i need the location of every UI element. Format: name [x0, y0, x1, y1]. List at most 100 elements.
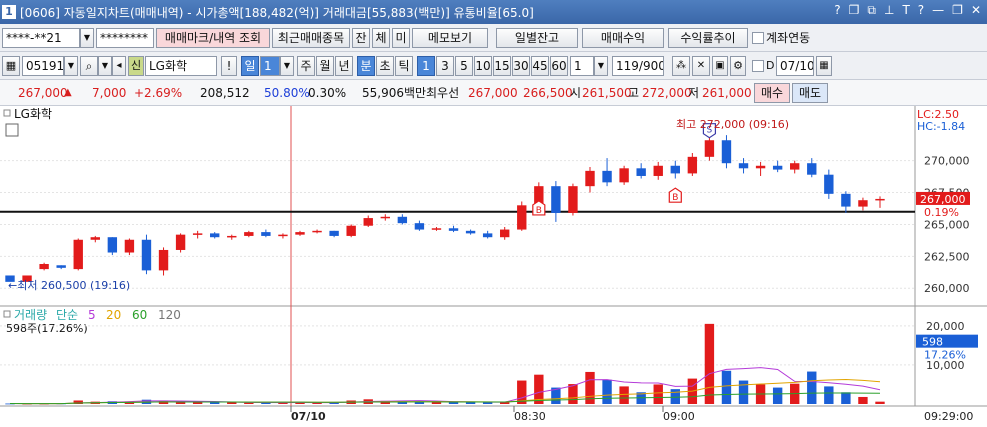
window-title: [0606] 자동일지차트(매매내역) - 시가총액[188,482(억)] 거… — [20, 5, 534, 20]
close-icon[interactable]: ✕ — [971, 3, 981, 18]
period-value[interactable]: 1 — [260, 56, 280, 76]
candle — [73, 238, 83, 271]
candle — [107, 237, 118, 256]
settings-gear-icon[interactable]: ⚙ — [730, 56, 746, 76]
calendar-icon[interactable]: ▦ — [816, 56, 832, 76]
memo-button[interactable]: 메모보기 — [412, 28, 488, 48]
return-trend-button[interactable]: 수익률추이 — [668, 28, 748, 48]
candle-body — [56, 265, 66, 268]
stock-list-icon[interactable]: ▦ — [2, 56, 20, 76]
candle-body — [500, 229, 510, 238]
interval-60-button[interactable]: 60 — [550, 56, 568, 76]
candle-body — [465, 230, 476, 234]
price-tick-label: 262,500 — [924, 250, 970, 263]
candle-body — [602, 170, 612, 183]
volume-ratio: 50.80% — [264, 86, 310, 100]
period-dropdown-icon[interactable]: ▼ — [280, 56, 294, 76]
price-chart[interactable]: LG화학 BBS 최고 272,000 (09:16)←최저 260,500 (… — [0, 106, 987, 427]
interval-3-button[interactable]: 3 — [436, 56, 454, 76]
pin-icon[interactable]: ⊥ — [884, 3, 894, 18]
interval-1-button[interactable]: 1 — [417, 56, 435, 76]
date-checkbox[interactable] — [752, 60, 764, 72]
candle-body — [380, 216, 390, 219]
interval-dropdown-icon[interactable]: ▼ — [594, 56, 608, 76]
search-dropdown-icon[interactable]: ▼ — [98, 56, 112, 76]
code-dropdown-icon[interactable]: ▼ — [64, 56, 78, 76]
period-year-button[interactable]: 년 — [335, 56, 353, 76]
period-week-button[interactable]: 주 — [297, 56, 315, 76]
sell-button[interactable]: 매도 — [792, 83, 828, 103]
recent-trades-button[interactable]: 최근매매종목 — [272, 28, 350, 48]
account-dropdown-icon[interactable]: ▼ — [80, 28, 94, 48]
x-tick-label: 07/10 — [291, 410, 326, 423]
alert-button[interactable]: ! — [221, 56, 237, 76]
period-tick-button[interactable]: 틱 — [395, 56, 413, 76]
restore-icon[interactable]: ❐ — [952, 3, 963, 18]
balance-button[interactable]: 잔 — [352, 28, 370, 48]
candle-body — [278, 234, 288, 237]
unexecuted-button[interactable]: 미 — [392, 28, 410, 48]
volume-bar — [704, 323, 715, 404]
stock-code-input[interactable]: 051910 — [22, 56, 64, 76]
interval-30-button[interactable]: 30 — [512, 56, 530, 76]
ma-legend-label: 5 — [88, 308, 96, 322]
count-field[interactable]: 119/900 — [612, 56, 664, 76]
font-icon[interactable]: T — [902, 3, 909, 18]
title-bar: 1 [0606] 자동일지차트(매매내역) - 시가총액[188,482(억)]… — [0, 0, 987, 24]
candle-body — [312, 230, 322, 233]
candle-body — [551, 186, 561, 213]
interval-10-button[interactable]: 10 — [474, 56, 492, 76]
volume-toggle-icon[interactable] — [3, 310, 11, 318]
date-input[interactable]: 07/10 — [776, 56, 814, 76]
grid-table-icon[interactable] — [5, 123, 19, 137]
question-icon[interactable]: ? — [918, 3, 924, 18]
candle-body — [858, 200, 868, 207]
link-icon[interactable]: ⧉ — [867, 3, 876, 18]
candle — [346, 224, 356, 238]
save-icon[interactable]: ▣ — [712, 56, 728, 76]
trade-profit-button[interactable]: 매매수익 — [582, 28, 664, 48]
candle-body — [636, 168, 646, 176]
price-tick-label: 270,000 — [924, 155, 970, 168]
panel-toggle-icon[interactable] — [3, 109, 11, 117]
volume-bar — [192, 402, 203, 404]
copy-window-icon[interactable]: ❐ — [849, 3, 860, 18]
candle-body — [90, 237, 100, 240]
crosshair-icon[interactable]: ✕ — [692, 56, 710, 76]
interval-5-button[interactable]: 5 — [455, 56, 473, 76]
candle-body — [363, 218, 373, 226]
executed-button[interactable]: 체 — [372, 28, 390, 48]
candle — [175, 233, 186, 253]
price-panel-label: LG화학 — [14, 107, 52, 121]
interval-45-button[interactable]: 45 — [531, 56, 549, 76]
interval-input[interactable]: 1 — [570, 56, 594, 76]
candle — [141, 234, 152, 275]
interval-15-button[interactable]: 15 — [493, 56, 511, 76]
password-input[interactable]: ******** — [96, 28, 154, 48]
period-daily-button[interactable]: 일 — [241, 56, 259, 76]
candle-body — [141, 239, 152, 271]
candle-body — [397, 216, 408, 224]
buy-button[interactable]: 매수 — [754, 83, 790, 103]
title-icons: ? ❐ ⧉ ⊥ T ? — ❐ ✕ — [834, 3, 981, 18]
minimize-icon[interactable]: — — [932, 3, 944, 18]
search-icon[interactable]: ⌕ — [80, 56, 98, 76]
price-change: 7,000 — [92, 86, 127, 100]
prev-stock-icon[interactable]: ◂ — [112, 56, 126, 76]
indicator-icon[interactable]: ⁂ — [672, 56, 690, 76]
volume-bar — [448, 402, 459, 404]
candle-body — [210, 233, 220, 238]
candle-body — [790, 163, 800, 170]
period-month-button[interactable]: 월 — [316, 56, 334, 76]
period-minute-button[interactable]: 분 — [357, 56, 375, 76]
credit-badge: 신 — [128, 56, 144, 76]
trade-mark-query-button[interactable]: 매매마크/내역 조회 — [156, 28, 270, 48]
daily-balance-button[interactable]: 일별잔고 — [496, 28, 578, 48]
account-select[interactable]: ****-**21 — [2, 28, 80, 48]
help-icon[interactable]: ? — [834, 3, 840, 18]
candle-body — [619, 168, 629, 183]
candle — [517, 201, 527, 231]
account-link-checkbox[interactable] — [752, 32, 764, 44]
current-price: 267,000 — [18, 86, 68, 100]
period-second-button[interactable]: 초 — [376, 56, 394, 76]
